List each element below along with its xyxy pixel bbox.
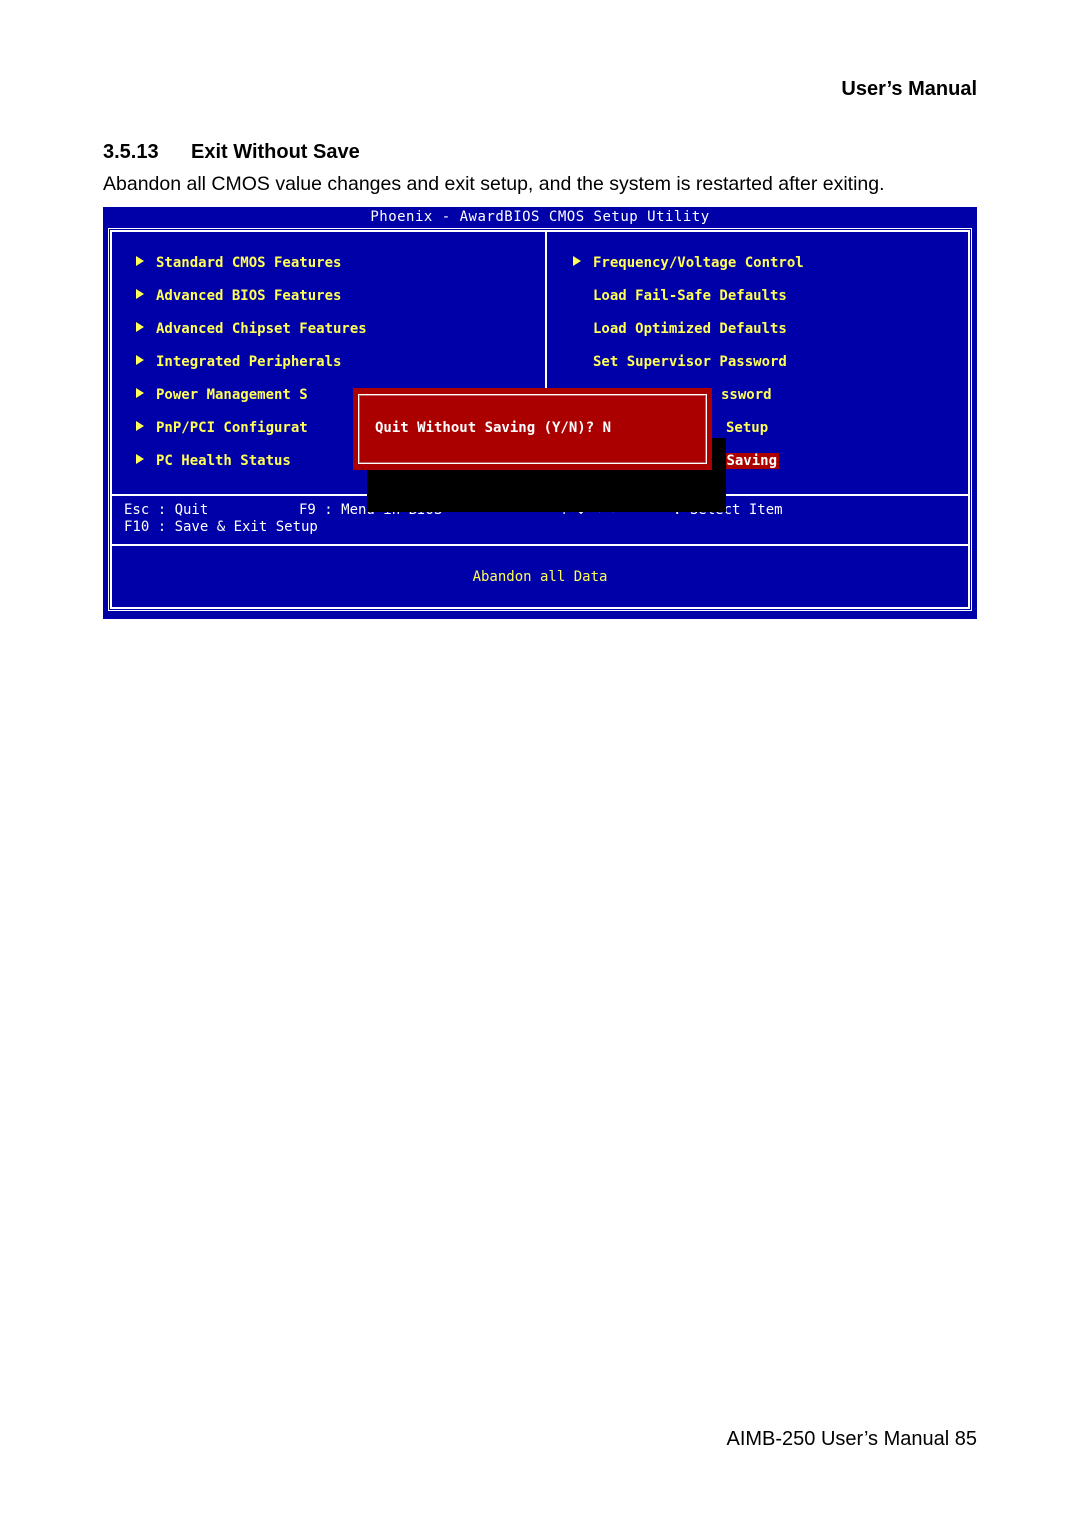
menu-label: Standard CMOS Features	[156, 255, 342, 271]
page-footer: AIMB-250 User’s Manual 85	[726, 1428, 978, 1450]
quit-confirm-dialog[interactable]: Quit Without Saving (Y/N)? N	[353, 388, 712, 470]
menu-item-frequency-voltage[interactable]: Frequency/Voltage Control	[573, 253, 804, 273]
dialog-prompt: Quit Without Saving (Y/N)? N	[375, 420, 612, 436]
menu-label: Advanced BIOS Features	[156, 288, 342, 304]
status-divider	[111, 544, 969, 546]
section-title: Exit Without Save	[191, 141, 360, 163]
bios-title: Phoenix - AwardBIOS CMOS Setup Utility	[370, 209, 710, 225]
submenu-arrow-icon	[136, 256, 144, 266]
menu-item-load-optimized[interactable]: Load Optimized Defaults	[573, 319, 787, 339]
menu-item-power-management[interactable]: Power Management S	[136, 385, 308, 405]
menu-label: PC Health Status	[156, 453, 291, 469]
status-message: Abandon all Data	[472, 569, 608, 585]
menu-item-advanced-chipset[interactable]: Advanced Chipset Features	[136, 319, 367, 339]
menu-label: PnP/PCI Configurat	[156, 420, 308, 436]
menu-item-pnp-pci[interactable]: PnP/PCI Configurat	[136, 418, 308, 438]
menu-label: Load Fail-Safe Defaults	[593, 288, 787, 304]
menu-label: ssword	[721, 387, 772, 403]
help-esc: Esc : Quit	[124, 502, 209, 518]
menu-label-selected: Saving	[724, 453, 780, 469]
menu-item-standard-cmos[interactable]: Standard CMOS Features	[136, 253, 341, 273]
menu-label: Load Optimized Defaults	[593, 321, 787, 337]
menu-item-user-password[interactable]: ssword	[721, 385, 772, 405]
bios-screen: Phoenix - AwardBIOS CMOS Setup Utility S…	[103, 207, 977, 619]
submenu-arrow-icon	[136, 421, 144, 431]
menu-label: Advanced Chipset Features	[156, 321, 367, 337]
menu-item-advanced-bios[interactable]: Advanced BIOS Features	[136, 286, 341, 306]
section-description: Abandon all CMOS value changes and exit …	[103, 173, 885, 195]
submenu-arrow-icon	[136, 289, 144, 299]
submenu-arrow-icon	[136, 454, 144, 464]
menu-item-supervisor-password[interactable]: Set Supervisor Password	[573, 352, 787, 372]
menu-label: Integrated Peripherals	[156, 354, 342, 370]
menu-label: Set Supervisor Password	[593, 354, 787, 370]
menu-item-load-failsafe[interactable]: Load Fail-Safe Defaults	[573, 286, 787, 306]
section-heading: 3.5.13 Exit Without Save	[103, 141, 360, 164]
menu-item-pc-health[interactable]: PC Health Status	[136, 451, 291, 471]
submenu-arrow-icon	[573, 256, 581, 266]
submenu-arrow-icon	[136, 322, 144, 332]
menu-label: Frequency/Voltage Control	[593, 255, 804, 271]
menu-label: Power Management S	[156, 387, 308, 403]
submenu-arrow-icon	[136, 388, 144, 398]
menu-label: Setup	[726, 420, 769, 436]
menu-item-save-exit[interactable]: Setup	[726, 418, 768, 438]
help-f10: F10 : Save & Exit Setup	[124, 519, 318, 535]
submenu-arrow-icon	[136, 355, 144, 365]
menu-item-integrated-peripherals[interactable]: Integrated Peripherals	[136, 352, 341, 372]
section-number: 3.5.13	[103, 141, 159, 163]
running-header: User’s Manual	[841, 78, 977, 100]
